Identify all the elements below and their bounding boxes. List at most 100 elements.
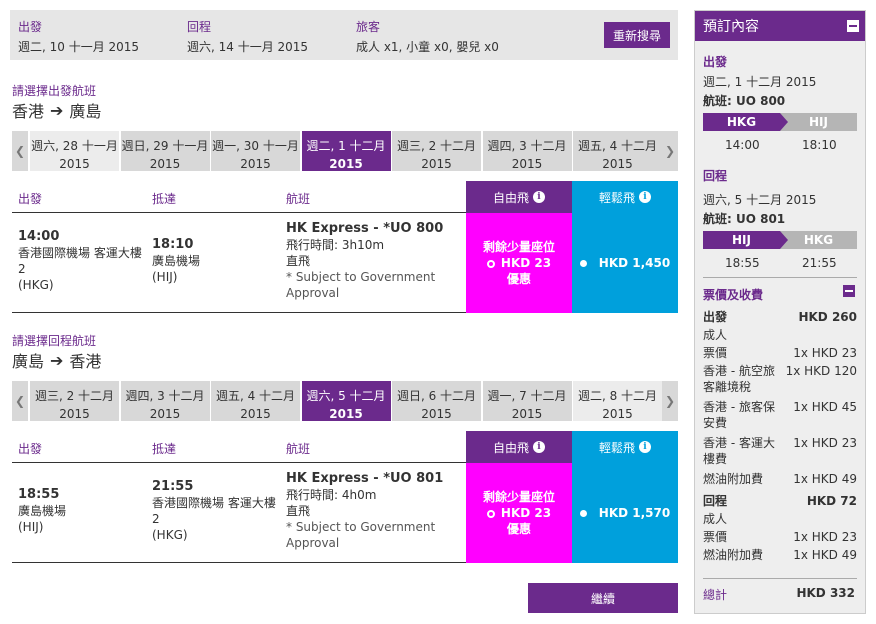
- arrival-code: (HIJ): [152, 270, 178, 284]
- departure-airport: 香港國際機場 客運大樓 2: [18, 246, 142, 276]
- fee-amount: 1x HKD 120: [785, 364, 857, 378]
- fee-name: 成人: [703, 328, 728, 342]
- date-year: 2015: [240, 157, 271, 171]
- radio-button[interactable]: [486, 259, 495, 268]
- departure-code: (HKG): [18, 278, 54, 292]
- date-option[interactable]: 週二, 8 十二月 2015: [573, 381, 662, 421]
- fee-line: 香港 - 航空旅客離境稅 1x HKD 120: [703, 363, 857, 395]
- date-year: 2015: [240, 407, 271, 421]
- info-icon[interactable]: i: [533, 191, 545, 203]
- arrival-time: 21:55: [152, 479, 194, 494]
- divider: [703, 578, 857, 579]
- date-day: 週一, 7 十二月: [487, 389, 567, 403]
- departure-code: (HIJ): [18, 520, 44, 534]
- flight-stops: 直飛: [286, 254, 311, 268]
- flight-number: HK Express - *UO 801: [286, 471, 444, 486]
- return-date: 週六, 14 十一月 2015: [187, 40, 309, 54]
- route-destination: HIJ: [780, 113, 857, 131]
- date-option[interactable]: 週一, 30 十一月 2015: [211, 131, 300, 171]
- summary-outbound-label: 出發: [703, 55, 728, 69]
- next-dates-button[interactable]: ❯: [662, 381, 678, 421]
- outbound-route-bar: HKG HIJ: [703, 113, 857, 131]
- fee-line: 香港 - 旅客保安費 1x HKD 45: [703, 399, 857, 431]
- fee-name: 票價: [703, 346, 728, 360]
- prev-dates-button[interactable]: ❮: [12, 381, 28, 421]
- header-easy-fare: 輕鬆飛 i: [572, 431, 678, 463]
- summary-outbound-flight: 航班: UO 800: [703, 94, 786, 108]
- fee-line: 票價 1x HKD 23: [703, 529, 857, 545]
- inbound-date-strip: ❮ ❯ 週三, 2 十二月 2015 週四, 3 十二月 2015 週五, 4 十二月 2…: [12, 381, 678, 421]
- free-fare-option[interactable]: 剩餘少量座位 HKD 23 優惠: [466, 213, 572, 313]
- fee-line: 票價 1x HKD 23: [703, 345, 857, 361]
- arrival-code: (HKG): [152, 528, 188, 542]
- return-dep-time: 18:55: [725, 256, 760, 270]
- header-free-fare: 自由飛 i: [466, 181, 572, 213]
- fee-amount: 1x HKD 23: [793, 346, 857, 360]
- radio-button[interactable]: [579, 509, 587, 517]
- date-option[interactable]: 週一, 7 十二月 2015: [482, 381, 572, 421]
- date-year: 2015: [511, 407, 543, 421]
- date-option[interactable]: 週四, 3 十二月 2015: [120, 381, 210, 421]
- flight-note: * Subject to Government Approval: [286, 520, 436, 550]
- return-arr-time: 21:55: [802, 256, 837, 270]
- date-day: 週日, 6 十二月: [396, 389, 477, 403]
- header-flight: 航班: [286, 192, 311, 206]
- info-icon[interactable]: i: [533, 441, 545, 453]
- fee-group-header: 出發 HKD 260: [703, 309, 857, 325]
- free-fare-option[interactable]: 剩餘少量座位 HKD 23 優惠: [466, 463, 572, 563]
- passenger-count: 成人 x1, 小童 x0, 嬰兒 x0: [356, 40, 499, 54]
- summary-outbound-date: 週二, 1 十二月 2015: [703, 75, 817, 89]
- date-option[interactable]: 週五, 4 十二月 2015: [211, 381, 300, 421]
- prev-dates-button[interactable]: ❮: [12, 131, 28, 171]
- date-option[interactable]: 週三, 2 十二月 2015: [30, 381, 119, 421]
- fee-name: 成人: [703, 512, 728, 526]
- fee-amount: 1x HKD 23: [793, 436, 857, 450]
- fees-title: 票價及收費: [703, 288, 764, 302]
- date-option[interactable]: 週五, 4 十二月 2015: [573, 131, 662, 171]
- arrival-cell: 18:10 廣島機場 (HIJ): [152, 237, 277, 285]
- depart-label: 出發: [18, 20, 43, 34]
- date-year: 2015: [149, 157, 181, 171]
- inbound-from: 廣島: [12, 352, 45, 371]
- easy-fare-option[interactable]: HKD 1,450: [572, 213, 678, 313]
- date-option[interactable]: 週六, 5 十二月 2015: [301, 381, 391, 421]
- table-row: 14:00 香港國際機場 客運大樓 2 (HKG) 18:10 廣島機場 (HI…: [12, 213, 678, 313]
- collapse-icon[interactable]: [847, 20, 859, 32]
- date-year: 2015: [329, 157, 363, 171]
- outbound-date-strip: ❮ ❯ 週六, 28 十一月 2015 週日, 29 十一月 2015 週一, 30 十…: [12, 131, 678, 171]
- arrival-time: 18:10: [152, 237, 194, 252]
- radio-button[interactable]: [486, 509, 495, 518]
- date-option[interactable]: 週四, 3 十二月 2015: [482, 131, 572, 171]
- table-row: 18:55 廣島機場 (HIJ) 21:55 香港國際機場 客運大樓 2 (HK…: [12, 463, 678, 563]
- next-dates-button[interactable]: ❯: [662, 131, 678, 171]
- continue-button[interactable]: 繼續: [528, 583, 678, 613]
- easy-fare-option[interactable]: HKD 1,570: [572, 463, 678, 563]
- easy-fare-price: HKD 1,450: [598, 256, 671, 270]
- date-option[interactable]: 週二, 1 十二月 2015: [301, 131, 391, 171]
- grand-total-value: HKD 332: [796, 586, 855, 600]
- info-icon[interactable]: i: [639, 191, 651, 203]
- date-year: 2015: [421, 157, 452, 171]
- inbound-route: 廣島 ➔ 香港: [12, 348, 101, 372]
- collapse-fees-icon[interactable]: [843, 285, 855, 297]
- return-label: 回程: [187, 20, 212, 34]
- fee-name: 燃油附加費: [703, 548, 764, 562]
- table-header: 出發 抵達 航班 自由飛 i 輕鬆飛 i: [12, 431, 678, 463]
- summary-return-flight: 航班: UO 801: [703, 212, 786, 226]
- date-option[interactable]: 週三, 2 十二月 2015: [392, 131, 481, 171]
- date-option[interactable]: 週日, 29 十一月 2015: [120, 131, 210, 171]
- info-icon[interactable]: i: [639, 441, 651, 453]
- radio-button[interactable]: [579, 259, 587, 267]
- flight-info-cell: HK Express - *UO 801 飛行時間: 4h0m 直飛 * Sub…: [286, 471, 456, 551]
- fee-name: 票價: [703, 530, 728, 544]
- research-button[interactable]: 重新搜尋: [604, 22, 670, 48]
- summary-return-label: 回程: [703, 169, 728, 183]
- date-option[interactable]: 週六, 28 十一月 2015: [30, 131, 119, 171]
- header-flight: 航班: [286, 442, 311, 456]
- flight-info-cell: HK Express - *UO 800 飛行時間: 3h10m 直飛 * Su…: [286, 221, 456, 301]
- chevron-right-icon: ❯: [664, 144, 676, 158]
- date-option[interactable]: 週日, 6 十二月 2015: [392, 381, 481, 421]
- departure-time: 18:55: [18, 487, 60, 502]
- date-year: 2015: [602, 407, 633, 421]
- free-fare-price: HKD 23: [500, 256, 552, 270]
